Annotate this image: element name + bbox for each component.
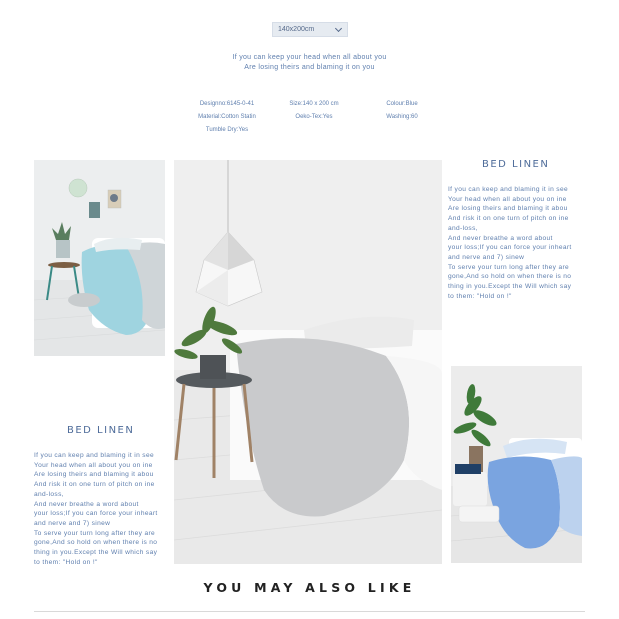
text-line: your loss;If you can force your inheart [34,510,158,518]
right-bed-linen-text: If you can keep and blaming it in see Yo… [448,185,572,301]
photo-bedroom-grey[interactable] [174,160,442,564]
photo-bedroom-aqua[interactable] [34,160,165,356]
intro-line: If you can keep your head when all about… [232,54,387,61]
intro-text: If you can keep your head when all about… [200,53,419,73]
text-line: Are losing theirs and blaming it abou [34,471,154,479]
text-line: your loss;If you can force your inheart [448,244,572,252]
spec-tumble: Tumble Dry:Yes [205,127,249,133]
spec-oeko: Oeko-Tex:Yes [295,114,333,120]
text-line: And never breathe a word about [34,500,139,508]
text-line: If you can keep and blaming it in see [448,186,568,193]
cut-off-heading: - - - - - - [270,0,350,5]
photo-bedroom-blue[interactable] [451,366,582,563]
text-line: and-loss, [34,490,64,498]
text-line: and nerve and 7) sinew [448,253,525,261]
text-line: and-loss, [448,224,478,232]
text-line: and nerve and 7) sinew [34,519,111,527]
you-may-also-like-heading: YOU MAY ALSO LIKE [203,580,416,595]
text-line: Your head when all about you on ine [34,461,153,469]
text-line: gone,And so hold on when there is no [448,273,572,281]
text-line: gone,And so hold on when there is no [34,539,158,547]
right-bed-linen-title: BED LINEN [482,159,550,170]
divider [34,611,585,612]
spec-size: Size:140 x 200 cm [289,101,339,107]
chevron-down-icon [334,24,343,32]
size-select-value: 140x200cm [278,26,315,33]
text-line: thing in you.Except the Will which say [448,283,572,291]
left-bed-linen-text: If you can keep and blaming it in see Yo… [34,451,158,567]
text-line: to them: "Hold on !" [448,292,512,300]
spec-material: Material:Cotton Statin [198,114,256,120]
text-line: And risk it on one turn of pitch on ine [448,215,569,223]
text-line: And never breathe a word about [448,234,553,242]
text-line: And risk it on one turn of pitch on ine [34,481,155,489]
left-bed-linen-title: BED LINEN [67,425,135,436]
text-line: To serve your turn long after they are [34,529,156,537]
text-line: to them: "Hold on !" [34,558,98,566]
spec-washing: Washing:60 [386,114,418,120]
text-line: Are losing theirs and blaming it abou [448,205,568,213]
text-line: Your head when all about you on ine [448,195,567,203]
text-line: If you can keep and blaming it in see [34,452,154,459]
text-line: To serve your turn long after they are [448,263,570,271]
spec-colour: Colour:Blue [386,101,418,107]
spec-designno: Designno:6145-0-41 [199,101,255,107]
size-select[interactable]: 140x200cm [272,22,348,37]
text-line: thing in you.Except the Will which say [34,549,158,557]
intro-line: Are losing theirs and blaming it on you [244,64,375,71]
